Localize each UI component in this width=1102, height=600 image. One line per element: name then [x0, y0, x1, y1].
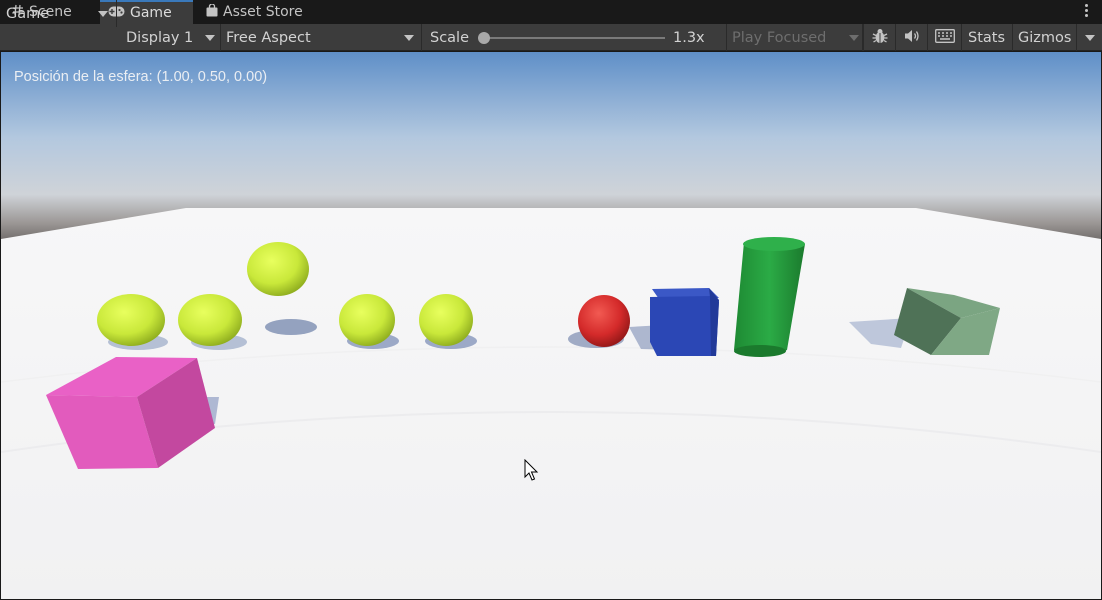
- game-render: [1, 52, 1101, 599]
- yellow-sphere: [419, 294, 473, 346]
- bug-icon: [871, 27, 889, 49]
- tab-asset-store[interactable]: Asset Store: [200, 0, 320, 24]
- gizmos-dropdown[interactable]: [1076, 24, 1102, 51]
- blue-cube: [650, 288, 719, 356]
- chevron-down-icon: [849, 35, 859, 41]
- scale-label: Scale: [430, 29, 470, 46]
- chevron-down-icon: [98, 11, 108, 17]
- shortcuts-button[interactable]: [927, 24, 961, 51]
- stats-button[interactable]: Stats: [961, 24, 1012, 51]
- debug-bug-button[interactable]: [863, 24, 895, 51]
- game-viewport[interactable]: Posición de la esfera: (1.00, 0.50, 0.00…: [0, 51, 1102, 600]
- gizmos-button[interactable]: Gizmos: [1012, 24, 1076, 51]
- yellow-sphere: [339, 294, 395, 346]
- scale-slider-track[interactable]: [484, 37, 665, 39]
- sphere-position-label: Posición de la esfera: (1.00, 0.50, 0.00…: [14, 69, 268, 85]
- tab-asset-store-label: Asset Store: [223, 4, 303, 20]
- gizmos-label: Gizmos: [1018, 29, 1072, 46]
- aspect-dropdown[interactable]: Free Aspect: [221, 24, 422, 51]
- speaker-icon: [904, 29, 920, 47]
- stats-label: Stats: [968, 29, 1006, 46]
- yellow-sphere: [97, 294, 165, 346]
- play-mode-label: Play Focused: [732, 29, 827, 46]
- keyboard-icon: [934, 28, 955, 47]
- kebab-menu-icon[interactable]: [1080, 3, 1092, 19]
- chevron-down-icon: [205, 35, 215, 41]
- scale-slider-handle[interactable]: [478, 32, 490, 44]
- aspect-label: Free Aspect: [226, 29, 311, 46]
- yellow-sphere: [247, 242, 309, 296]
- editor-tab-bar: Scene Game Asset Store: [0, 0, 1102, 24]
- chevron-down-icon: [1085, 35, 1095, 41]
- chevron-down-icon: [404, 35, 414, 41]
- tab-game-label: Game: [130, 5, 172, 21]
- display-label: Display 1: [126, 29, 194, 46]
- view-mode-dropdown[interactable]: Game: [0, 0, 117, 27]
- shopping-bag-icon: [206, 2, 218, 21]
- yellow-sphere: [178, 294, 242, 346]
- display-dropdown[interactable]: Display 1: [117, 24, 221, 51]
- mute-audio-button[interactable]: [895, 24, 927, 51]
- view-mode-label: Game: [6, 5, 50, 22]
- scale-value: 1.3x: [673, 29, 705, 46]
- play-mode-dropdown[interactable]: Play Focused: [726, 24, 863, 51]
- red-sphere: [578, 295, 630, 347]
